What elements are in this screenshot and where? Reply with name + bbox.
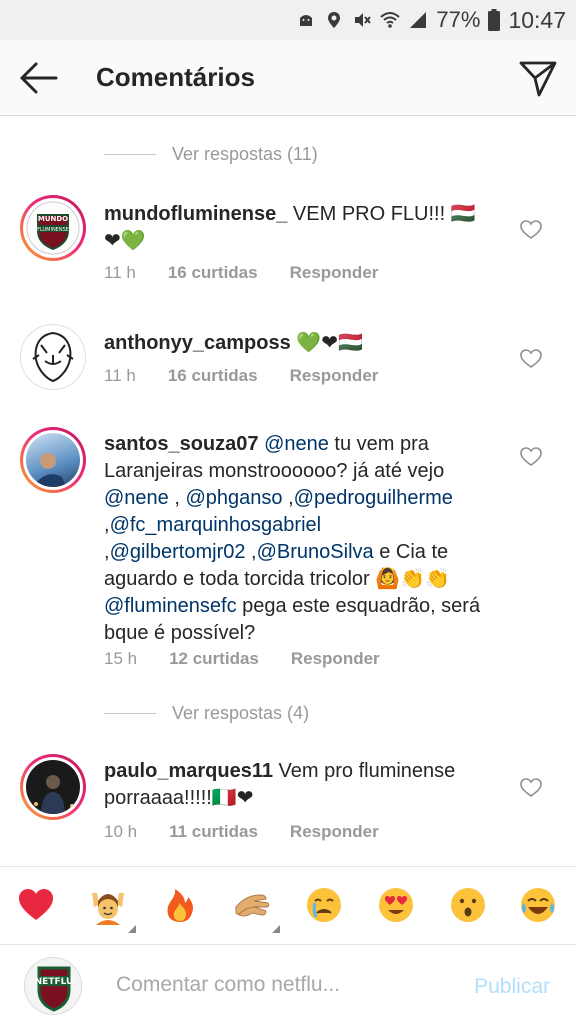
netflu-logo: NETFLU (25, 958, 81, 1014)
likes-count[interactable]: 11 curtidas (169, 822, 258, 842)
reply-button[interactable]: Responder (290, 263, 379, 283)
comment-input[interactable]: Comentar como netflu... (116, 973, 340, 997)
comment-text: santos_souza07 @nene tu vem pra Laranjei… (104, 431, 494, 647)
comment-text: anthonyy_camposs 💚❤🇭🇺 (104, 330, 494, 357)
comment-text: mundofluminense_ VEM PRO FLU!!! 🇭🇺 ❤💚 (104, 201, 494, 255)
comment-username[interactable]: santos_souza07 (104, 433, 259, 455)
signal-icon (410, 12, 427, 28)
comment-body: , (168, 487, 186, 509)
reply-button[interactable]: Responder (291, 649, 380, 669)
likes-count[interactable]: 16 curtidas (168, 366, 258, 386)
comment-username[interactable]: paulo_marques11 (104, 760, 273, 782)
battery-percent: 77% (436, 7, 481, 32)
comment-username[interactable]: anthonyy_camposs (104, 332, 291, 354)
comment-time: 15 h (104, 649, 138, 668)
heart-emojis: ❤💚 (104, 230, 146, 252)
comment-meta: 15 h 12 curtidas Responder (104, 649, 380, 669)
crying-face-emoji-button[interactable] (304, 885, 344, 925)
reply-button[interactable]: Responder (290, 822, 379, 842)
likes-count[interactable]: 16 curtidas (168, 263, 258, 283)
like-heart-icon[interactable] (520, 778, 542, 798)
lion-avatar-image (32, 331, 74, 383)
comment-body: , (282, 487, 294, 509)
mention-link[interactable]: @BrunoSilva (257, 541, 374, 563)
divider-line (104, 154, 156, 155)
flag-emoji: 🇭🇺 (450, 203, 476, 225)
clapping-hands-emoji-button[interactable] (232, 885, 272, 925)
comment-body: VEM PRO FLU!!! (292, 203, 446, 225)
avatar[interactable] (20, 427, 86, 493)
view-replies-label: Ver respostas (4) (172, 703, 310, 723)
person-raising-hands-emoji-button[interactable] (88, 885, 128, 925)
mention-link[interactable]: @nene (264, 433, 329, 455)
status-bar: 77% 10:47 (0, 0, 576, 40)
comment-text: paulo_marques11 Vem pro fluminense porra… (104, 758, 494, 812)
comment-time: 11 h (104, 366, 136, 385)
comment-body: 💚❤🇭🇺 (296, 332, 363, 354)
comment-body: , (245, 541, 257, 563)
mention-link[interactable]: @fc_marquinhosgabriel (110, 514, 322, 536)
like-heart-icon[interactable] (520, 447, 542, 467)
comment-meta: 10 h 11 curtidas Responder (104, 822, 379, 842)
divider-line (104, 713, 156, 714)
avatar[interactable] (20, 324, 86, 390)
comment-composer: NETFLU Comentar como netflu... Publicar (0, 944, 576, 1024)
publish-button[interactable]: Publicar (474, 975, 550, 999)
location-icon (328, 12, 341, 28)
mention-link[interactable]: @nene (104, 487, 169, 509)
android-icon (300, 15, 313, 26)
mention-link[interactable]: @fluminensefc (104, 595, 237, 617)
wifi-icon (380, 12, 401, 28)
back-arrow-icon[interactable] (18, 60, 58, 96)
view-replies-link[interactable]: Ver respostas (11) (104, 144, 318, 165)
mute-icon (355, 13, 372, 27)
comment-time: 10 h (104, 822, 138, 841)
mention-link[interactable]: @gilbertomjr02 (110, 541, 246, 563)
likes-count[interactable]: 12 curtidas (169, 649, 259, 669)
comment-time: 11 h (104, 263, 136, 282)
user-photo (34, 453, 66, 487)
avatar[interactable]: MUNDO FLUMINENSE (20, 195, 86, 261)
avatar[interactable] (20, 754, 86, 820)
netflu-logo-text: NETFLU (35, 977, 74, 987)
like-heart-icon[interactable] (520, 220, 542, 240)
skin-tone-indicator[interactable] (272, 925, 280, 933)
fire-emoji-button[interactable] (160, 885, 200, 925)
mundofluminense-logo: MUNDO FLUMINENSE (26, 201, 80, 255)
like-heart-icon[interactable] (520, 349, 542, 369)
user-photo (34, 775, 74, 814)
comment-meta: 11 h 16 curtidas Responder (104, 366, 378, 386)
emoji-quick-bar (0, 866, 576, 944)
logo-text-top: MUNDO (38, 215, 68, 223)
battery-icon (488, 9, 501, 31)
mention-link[interactable]: @phganso (185, 487, 282, 509)
logo-text-bottom: FLUMINENSE (37, 227, 69, 233)
view-replies-label: Ver respostas (11) (172, 144, 318, 164)
header: Comentários (0, 40, 576, 116)
comment-meta: 11 h 16 curtidas Responder (104, 263, 378, 283)
current-user-avatar: NETFLU (24, 957, 82, 1015)
skin-tone-indicator[interactable] (128, 925, 136, 933)
view-replies-link[interactable]: Ver respostas (4) (104, 703, 309, 724)
surprised-face-emoji-button[interactable] (448, 885, 488, 925)
comments-list[interactable]: Ver respostas (11) MUNDO FLUMINENSE mund… (0, 117, 576, 865)
tears-of-joy-face-emoji-button[interactable] (518, 885, 558, 925)
heart-eyes-face-emoji-button[interactable] (376, 885, 416, 925)
page-title: Comentários (96, 62, 255, 92)
clock: 10:47 (508, 6, 566, 33)
direct-send-icon[interactable] (518, 58, 558, 98)
mention-link[interactable]: @pedroguilherme (294, 487, 453, 509)
heart-emoji-button[interactable] (16, 885, 56, 925)
comment-username[interactable]: mundofluminense_ (104, 203, 287, 225)
reply-button[interactable]: Responder (290, 366, 379, 386)
